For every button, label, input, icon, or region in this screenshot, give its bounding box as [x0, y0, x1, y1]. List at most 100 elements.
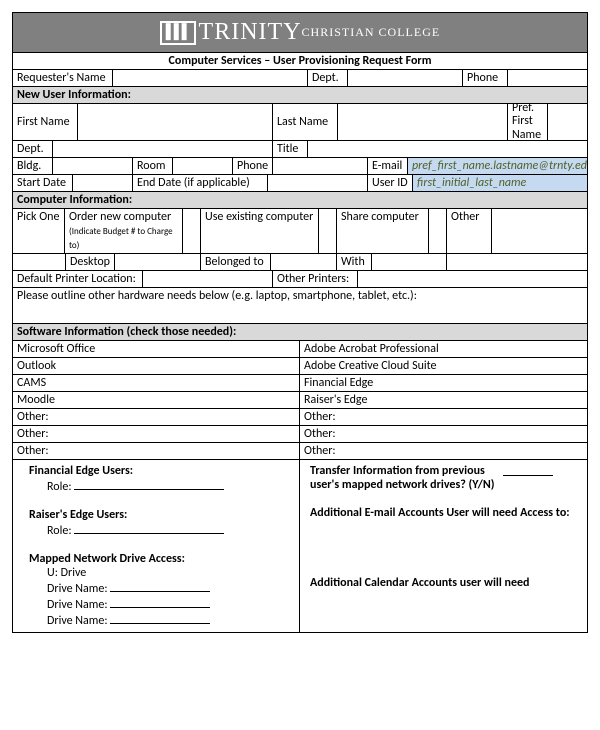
order-new: Order new computer (Indicate Budget # to… — [65, 209, 183, 253]
section-computer: Computer Information: — [13, 192, 587, 209]
sw-left-2[interactable]: CAMS — [13, 375, 300, 391]
sw-right-4[interactable]: Other: — [300, 409, 587, 425]
hardware-needs-row: Please outline other hardware needs belo… — [13, 288, 587, 324]
drive-name-1[interactable]: Drive Name: — [29, 580, 289, 596]
pref-first-label: Pref. First Name — [508, 104, 548, 140]
belonged-label: Belonged to — [201, 254, 271, 270]
email-label: E-mail — [368, 158, 408, 174]
default-printer-label: Default Printer Location: — [13, 271, 143, 287]
logo-bar: ▌▌▌ TRINITYCHRISTIAN COLLEGE — [13, 13, 587, 52]
notes-section: Financial Edge Users: Role: Raiser's Edg… — [13, 460, 587, 632]
with-label: With — [337, 254, 372, 270]
requester-dept-field[interactable] — [348, 70, 463, 86]
share-check[interactable] — [429, 209, 447, 253]
order-new-label: Order new computer — [69, 210, 171, 224]
notes-right-col: Transfer Information from previous user'… — [300, 460, 587, 632]
last-name-label: Last Name — [273, 104, 338, 140]
requester-dept-label: Dept. — [308, 70, 348, 86]
end-date-field[interactable] — [268, 175, 368, 191]
title-field[interactable] — [308, 141, 587, 157]
start-date-label: Start Date — [13, 175, 73, 191]
bldg-field[interactable] — [53, 158, 133, 174]
room-field[interactable] — [173, 158, 233, 174]
other-printers-label: Other Printers: — [273, 271, 358, 287]
dates-row: Start Date End Date (if applicable) User… — [13, 175, 587, 192]
sw-left-4[interactable]: Other: — [13, 409, 300, 425]
email-hint[interactable]: pref_first_name.lastname@trnty.edu — [408, 158, 587, 174]
end-date-label: End Date (if applicable) — [133, 175, 268, 191]
printer-row: Default Printer Location: Other Printers… — [13, 271, 587, 288]
pick-one-row: Pick One Order new computer (Indicate Bu… — [13, 209, 587, 254]
room-label: Room — [133, 158, 173, 174]
requester-name-label: Requester's Name — [13, 70, 113, 86]
first-name-label: First Name — [13, 104, 78, 140]
order-new-check[interactable] — [183, 209, 201, 253]
share-label: Share computer — [337, 209, 429, 253]
software-rows: Microsoft OfficeAdobe Acrobat Profession… — [13, 341, 587, 460]
belonged-field[interactable] — [271, 254, 337, 270]
u-drive: U: Drive — [29, 566, 289, 580]
sw-right-0[interactable]: Adobe Acrobat Professional — [300, 341, 587, 357]
desktop-label: Desktop — [65, 254, 115, 270]
sw-right-2[interactable]: Financial Edge — [300, 375, 587, 391]
section-software: Software Information (check those needed… — [13, 324, 587, 341]
re-users-head: Raiser's Edge Users: — [29, 508, 289, 522]
use-existing-check[interactable] — [319, 209, 337, 253]
phone-field[interactable] — [273, 158, 368, 174]
desktop-row: Desktop Belonged to With — [13, 254, 587, 271]
sw-right-1[interactable]: Adobe Creative Cloud Suite — [300, 358, 587, 374]
desktop-field[interactable] — [115, 254, 201, 270]
user-id-label: User ID — [368, 175, 413, 191]
notes-left-col: Financial Edge Users: Role: Raiser's Edg… — [13, 460, 300, 632]
pref-first-field[interactable] — [548, 104, 587, 140]
name-row: First Name Last Name Pref. First Name — [13, 104, 587, 141]
transfer-head: Transfer Information from previous user'… — [310, 464, 500, 492]
requester-phone-field[interactable] — [508, 70, 587, 86]
mapped-head: Mapped Network Drive Access: — [29, 552, 289, 566]
drive-name-2[interactable]: Drive Name: — [29, 596, 289, 612]
sw-left-0[interactable]: Microsoft Office — [13, 341, 300, 357]
dept-field[interactable] — [53, 141, 273, 157]
sw-left-5[interactable]: Other: — [13, 426, 300, 442]
transfer-field[interactable] — [503, 464, 553, 476]
hardware-needs[interactable]: Please outline other hardware needs belo… — [13, 288, 587, 323]
re-role[interactable]: Role: — [29, 522, 289, 538]
drive-name-3[interactable]: Drive Name: — [29, 612, 289, 628]
provisioning-form: ▌▌▌ TRINITYCHRISTIAN COLLEGE Computer Se… — [12, 12, 588, 633]
sw-left-3[interactable]: Moodle — [13, 392, 300, 408]
dept-title-row: Dept. Title — [13, 141, 587, 158]
bldg-row: Bldg. Room Phone E-mail pref_first_name.… — [13, 158, 587, 175]
title-label: Title — [273, 141, 308, 157]
sw-right-6[interactable]: Other: — [300, 443, 587, 459]
sw-right-3[interactable]: Raiser's Edge — [300, 392, 587, 408]
sw-left-1[interactable]: Outlook — [13, 358, 300, 374]
with-field[interactable] — [372, 254, 447, 270]
first-name-field[interactable] — [78, 104, 273, 140]
form-title: Computer Services – User Provisioning Re… — [13, 52, 587, 70]
sw-left-6[interactable]: Other: — [13, 443, 300, 459]
fe-role[interactable]: Role: — [29, 478, 289, 494]
other-field[interactable] — [492, 209, 587, 253]
user-id-hint[interactable]: first_initial_last_name — [413, 175, 587, 191]
last-name-field[interactable] — [338, 104, 508, 140]
sw-right-5[interactable]: Other: — [300, 426, 587, 442]
brand-sub: CHRISTIAN COLLEGE — [302, 25, 441, 39]
other-label: Other — [447, 209, 492, 253]
bldg-label: Bldg. — [13, 158, 53, 174]
requester-name-field[interactable] — [113, 70, 308, 86]
use-existing-label: Use existing computer — [201, 209, 319, 253]
pick-one-label: Pick One — [13, 209, 65, 253]
fe-users-head: Financial Edge Users: — [29, 464, 289, 478]
brand-main: TRINITY — [199, 19, 302, 45]
logo-icon: ▌▌▌ — [160, 21, 196, 45]
add-cal-head: Additional Calendar Accounts user will n… — [310, 576, 571, 590]
phone-label: Phone — [233, 158, 273, 174]
requester-row: Requester's Name Dept. Phone — [13, 70, 587, 87]
order-new-sub: (Indicate Budget # to Charge to) — [69, 226, 173, 251]
default-printer-field[interactable] — [143, 271, 273, 287]
dept-label: Dept. — [13, 141, 53, 157]
other-printers-field[interactable] — [358, 271, 587, 287]
section-new-user: New User Information: — [13, 87, 587, 104]
start-date-field[interactable] — [73, 175, 133, 191]
add-email-head: Additional E-mail Accounts User will nee… — [310, 506, 571, 520]
